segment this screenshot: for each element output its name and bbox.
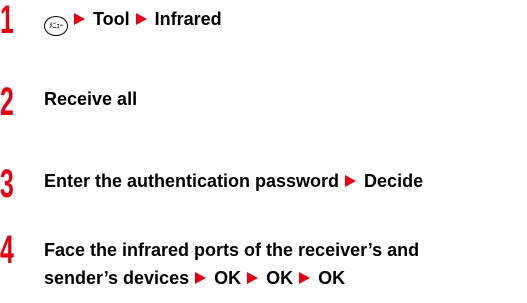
step-instruction: Enter the authentication password Decide <box>44 170 423 192</box>
menu-item-ok: OK <box>214 268 242 288</box>
step-number: 3 <box>0 162 14 206</box>
right-triangle-arrow-icon <box>135 13 147 25</box>
menu-item-ok: OK <box>318 268 346 288</box>
step-instruction: Face the infrared ports of the receiver’… <box>44 236 419 292</box>
right-triangle-arrow-icon <box>247 272 259 284</box>
menu-key-icon: ﾒﾆｭｰ <box>44 16 68 36</box>
step-text-receive-all: Receive all <box>44 89 138 109</box>
right-triangle-arrow-icon <box>299 272 311 284</box>
right-triangle-arrow-icon <box>74 13 85 25</box>
step-text-line-1: Face the infrared ports of the receiver’… <box>44 240 420 260</box>
step-text-line-2: sender’s devices <box>44 268 190 288</box>
step-text-line-2-wrapper: sender’s devices OK OK OK <box>44 264 419 292</box>
step-text-enter-password: Enter the authentication password <box>44 171 340 191</box>
right-triangle-arrow-icon <box>195 272 207 284</box>
menu-item-infrared: Infrared <box>154 9 222 29</box>
right-triangle-arrow-icon <box>345 175 357 187</box>
step-instruction: Receive all <box>44 88 137 110</box>
step-number: 1 <box>0 0 14 42</box>
step-number: 2 <box>0 80 14 124</box>
menu-item-tool: Tool <box>93 9 130 29</box>
step-instruction: ﾒﾆｭｰ Tool Infrared <box>44 8 222 36</box>
menu-item-decide: Decide <box>364 171 424 191</box>
menu-item-ok: OK <box>266 268 294 288</box>
step-number: 4 <box>0 228 14 272</box>
